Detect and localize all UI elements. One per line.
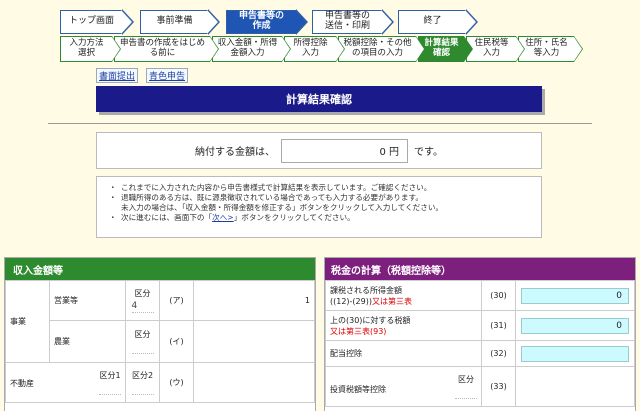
amount-box: 納付する金額は、 0 円 です。	[96, 132, 542, 169]
step-end: 終了	[398, 9, 478, 35]
tax-table: 課税される所得金額 ((12)-(29))又は第三表 (30) 0 上の(30)…	[325, 280, 635, 407]
aoiro-link[interactable]: 青色申告	[146, 68, 189, 83]
kubun1-label: 区分1	[99, 371, 121, 380]
substep-bar: 入力方法 選択 申告書の作成をはじめ る前に 収入金額・所得 金額入力 所得控除…	[60, 36, 584, 62]
note-line: 退職所得のある方は、既に源泉徴収されている場合であっても入力する必要があります。	[121, 192, 423, 202]
eigyo-kubun: 区分 4	[130, 288, 155, 313]
income-header: 収入金額等	[5, 258, 315, 280]
substep-deduction-label: 所得控除 入力	[293, 38, 328, 58]
eigyo-value: 1	[193, 280, 315, 321]
substep-taxcredit-label: 税額控除・その他 の項目の入力	[343, 38, 412, 58]
step-send: 申告書等の 送信・印刷	[312, 9, 394, 35]
form-links: 書面提出 青色申告	[96, 68, 189, 83]
step-create: 申告書等の 作成	[226, 9, 308, 35]
tax-row-red: 又は第三表(93)	[330, 326, 387, 336]
code-u: (ウ)	[159, 362, 194, 403]
note-line: 未入力の場合は、「収入金額・所得金額を修正する」ボタンをクリックして入力してくだ…	[121, 202, 444, 212]
jigyo-label: 事業	[5, 280, 50, 363]
tax-row-text: 上の(30)に対する税額	[330, 315, 411, 325]
page-title: 計算結果確認	[96, 86, 542, 112]
tax-row-label: 投資税額等控除 区分	[325, 366, 482, 407]
code-i: (イ)	[159, 320, 194, 363]
nogyo-label: 農業	[49, 320, 126, 363]
divider	[48, 123, 592, 124]
bullet: ・	[109, 212, 117, 222]
substep-taxcredit[interactable]: 税額控除・その他 の項目の入力	[338, 36, 425, 62]
fudosan-kubun1: 区分1	[99, 370, 121, 395]
eigyo-kubun-input[interactable]: 4	[131, 299, 154, 313]
tax-row-text: 課税される所得金額	[330, 285, 402, 295]
fudosan-kubun2: 区分2	[130, 370, 155, 395]
kubun-label: 区分	[134, 330, 151, 339]
step-send-label: 申告書等の 送信・印刷	[324, 11, 370, 31]
tax-row-value: 0	[521, 287, 629, 304]
step-create-label: 申告書等の 作成	[238, 11, 284, 31]
toshi-kubun: 区分	[455, 374, 477, 399]
tax-row-red: 又は第三表	[371, 296, 412, 306]
nogyo-value	[193, 320, 315, 363]
fudosan-value	[193, 362, 315, 403]
tax-row-value: 0	[521, 317, 629, 334]
bullet: ・	[109, 183, 117, 192]
fudosan-kubun2-input[interactable]	[131, 381, 154, 395]
income-panel: 収入金額等 事業 営業等 区分 4 (ア) 1 農業 区分 (イ) 不動産 区分1…	[4, 257, 316, 411]
tax-panel: 税金の計算（税額控除等） 課税される所得金額 ((12)-(29))又は第三表 …	[324, 257, 636, 411]
step-end-label: 終了	[423, 16, 442, 27]
fudosan-label: 不動産 区分1	[5, 362, 126, 403]
tax-row-label: 課税される所得金額 ((12)-(29))又は第三表	[325, 280, 482, 311]
tax-row-text2: ((12)-(29))	[330, 296, 372, 306]
substep-address-label: 住所・氏名 等入力	[525, 38, 568, 58]
amount-prefix: 納付する金額は、	[195, 147, 275, 158]
substep-income[interactable]: 収入金額・所得 金額入力	[212, 36, 291, 62]
next-link[interactable]: 次へ>	[212, 213, 234, 222]
income-table: 事業 営業等 区分 4 (ア) 1 農業 区分 (イ) 不動産 区分1 区分2 (…	[5, 280, 315, 403]
substep-income-label: 収入金額・所得 金額入力	[217, 38, 278, 58]
kubun-label: 区分	[458, 375, 474, 384]
amount-value: 0 円	[281, 138, 408, 163]
eigyo-label: 営業等	[49, 280, 126, 321]
step-prepare[interactable]: 事前準備	[140, 9, 220, 35]
tax-row-label: 配当控除	[325, 340, 482, 367]
tax-row-code: (33)	[481, 366, 516, 407]
tax-row-code: (32)	[481, 340, 516, 367]
substep-result-label: 計算結果 確認	[424, 38, 459, 58]
amount-suffix: です。	[414, 147, 443, 158]
nogyo-kubun: 区分	[130, 329, 155, 354]
substep-deduction[interactable]: 所得控除 入力	[284, 36, 345, 62]
haito-input[interactable]	[521, 345, 629, 362]
shomen-link[interactable]: 書面提出	[96, 68, 139, 83]
kubun-label: 区分	[134, 289, 151, 298]
note-line: 次に進むには、画面下の「	[121, 212, 213, 222]
notes-box: ・これまでに入力された内容から申告書様式で計算結果を表示しています。ご確認くださ…	[96, 176, 542, 238]
substep-before[interactable]: 申告書の作成をはじめ る前に	[114, 36, 219, 62]
step-top[interactable]: トップ画面	[60, 9, 134, 35]
fudosan-text: 不動産	[10, 379, 34, 388]
code-a: (ア)	[159, 280, 194, 321]
toshi-value	[515, 366, 635, 407]
tax-row-code: (31)	[481, 310, 516, 341]
substep-resident: 住民税等 入力	[466, 36, 525, 62]
substep-resident-label: 住民税等 入力	[474, 38, 509, 58]
tax-header: 税金の計算（税額控除等）	[325, 258, 635, 280]
substep-method[interactable]: 入力方法 選択	[60, 36, 121, 62]
bullet: ・	[109, 192, 117, 202]
nogyo-kubun-input[interactable]	[131, 340, 154, 354]
substep-method-label: 入力方法 選択	[69, 38, 104, 58]
toshi-kubun-input[interactable]	[455, 385, 477, 399]
note-line: これまでに入力された内容から申告書様式で計算結果を表示しています。ご確認ください…	[121, 183, 432, 192]
tax-row-code: (30)	[481, 280, 516, 311]
note-line: 」ボタンをクリックしてください。	[233, 212, 355, 222]
fudosan-kubun1-input[interactable]	[99, 381, 121, 395]
substep-address: 住所・氏名 等入力	[518, 36, 583, 62]
substep-before-label: 申告書の作成をはじめ る前に	[119, 38, 205, 58]
step-top-label: トップ画面	[68, 16, 114, 27]
step-prepare-label: 事前準備	[156, 16, 193, 27]
kubun2-label: 区分2	[131, 371, 154, 380]
tax-row-text: 投資税額等控除	[330, 385, 386, 394]
tax-row-label: 上の(30)に対する税額 又は第三表(93)	[325, 310, 482, 341]
